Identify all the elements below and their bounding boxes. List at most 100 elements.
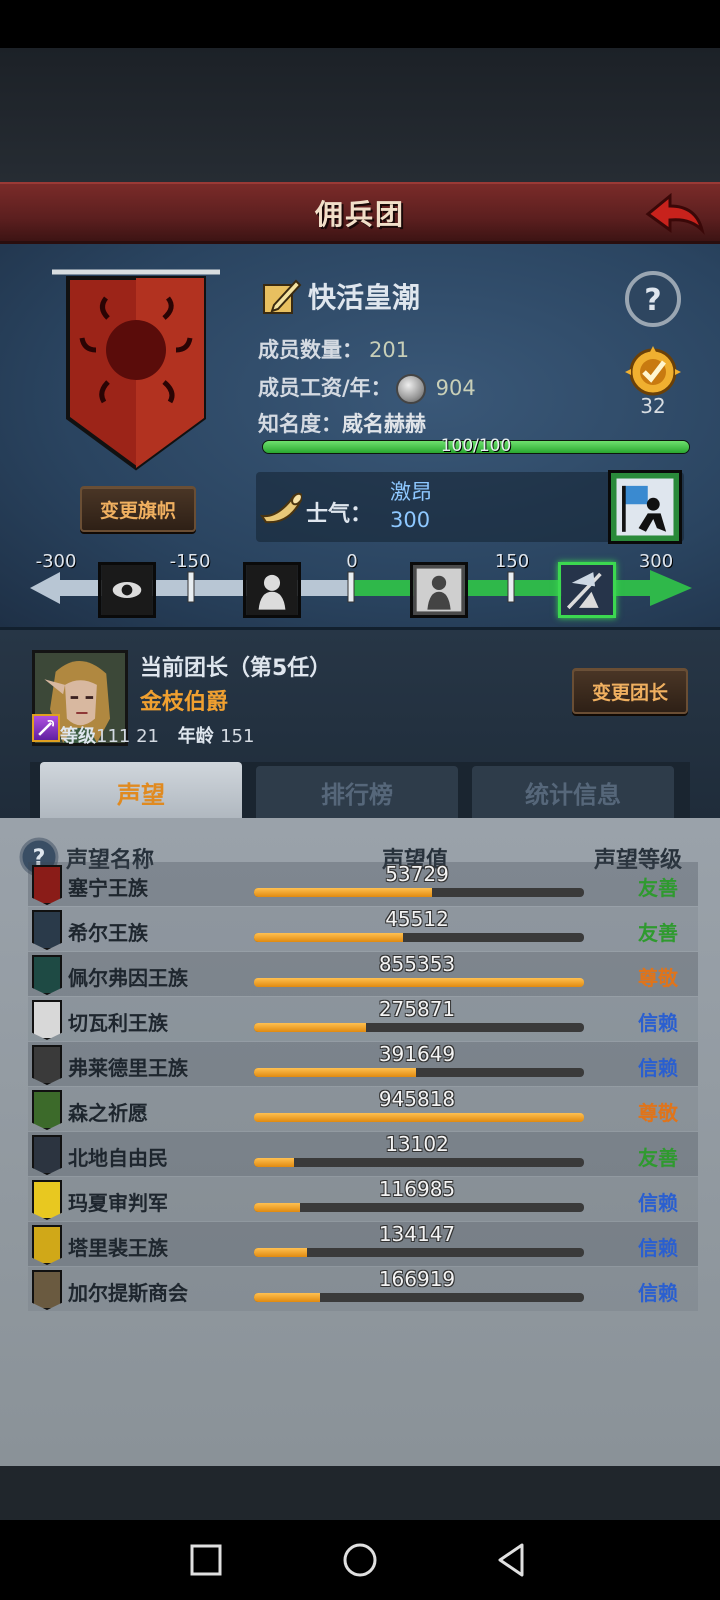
- guild-banner: [52, 269, 220, 471]
- reputation-bar: [254, 1248, 584, 1257]
- faction-crest-icon: [32, 1045, 62, 1085]
- faction-crest-icon: [32, 1225, 62, 1265]
- reputation-value: 391649: [378, 1042, 456, 1066]
- faction-crest-icon: [32, 1180, 62, 1220]
- faction-crest-icon: [32, 1000, 62, 1040]
- reputation-value: 134147: [378, 1222, 456, 1246]
- age-label: 年龄: [177, 726, 214, 747]
- reputation-value: 275871: [378, 997, 456, 1021]
- home-icon[interactable]: [340, 1540, 380, 1580]
- coin-icon: [395, 374, 426, 404]
- leader-stats: 等级111 21 年龄 151: [60, 722, 254, 748]
- level-label: 等级: [60, 726, 96, 747]
- leader-name: 金枝伯爵: [140, 690, 229, 715]
- morale-stage-despair-icon: [98, 562, 156, 618]
- faction-name: 切瓦利王族: [68, 1011, 168, 1035]
- members-value: 201: [369, 338, 410, 362]
- salary-line: 成员工资/年： 904: [258, 372, 476, 404]
- fame-line: 知名度：威名赫赫: [258, 408, 426, 438]
- level-icon: [32, 714, 60, 742]
- list-item[interactable]: 塔里裴王族 134147 信赖: [28, 1222, 698, 1266]
- edit-icon[interactable]: [262, 277, 302, 315]
- reputation-bar-fill: [254, 1068, 416, 1077]
- reputation-bar-fill: [254, 1293, 320, 1302]
- tab-reputation[interactable]: 声望: [40, 762, 242, 822]
- reputation-level: 尊敬: [638, 1101, 678, 1125]
- list-item[interactable]: 佩尔弗因王族 855353 尊敬: [28, 952, 698, 996]
- reputation-bar-fill: [254, 1203, 301, 1212]
- reputation-level: 尊敬: [638, 966, 678, 990]
- svg-text:?: ?: [644, 283, 661, 318]
- reputation-value: 945818: [378, 1087, 456, 1111]
- reputation-bar: [254, 978, 584, 987]
- list-item[interactable]: 弗莱德里王族 391649 信赖: [28, 1042, 698, 1086]
- reputation-level: 友善: [638, 876, 678, 900]
- reputation-bar-fill: [254, 1158, 294, 1167]
- reputation-bar-fill: [254, 978, 584, 987]
- morale-stage-calm-icon: [410, 562, 468, 618]
- help-icon[interactable]: ?: [624, 270, 682, 328]
- reputation-bar: [254, 933, 584, 942]
- list-item[interactable]: 切瓦利王族 275871 信赖: [28, 997, 698, 1041]
- reputation-value: 166919: [378, 1267, 456, 1291]
- list-item[interactable]: 塞宁王族 53729 友善: [28, 862, 698, 906]
- change-flag-button[interactable]: 变更旗帜: [80, 486, 196, 532]
- list-item[interactable]: 加尔提斯商会 166919 信赖: [28, 1267, 698, 1311]
- reputation-bar: [254, 1023, 584, 1032]
- morale-label: 士气：: [306, 502, 373, 527]
- recent-apps-icon[interactable]: [186, 1540, 226, 1580]
- reputation-level: 友善: [638, 921, 678, 945]
- back-icon[interactable]: [492, 1540, 532, 1580]
- reputation-value: 855353: [378, 952, 456, 976]
- reputation-value: 116985: [378, 1177, 456, 1201]
- faction-crest-icon: [32, 1270, 62, 1310]
- reputation-bar: [254, 1068, 584, 1077]
- title-bar: 佣兵团: [0, 182, 720, 244]
- faction-name: 塔里裴王族: [68, 1236, 168, 1260]
- back-arrow-icon[interactable]: [644, 190, 706, 238]
- faction-crest-icon: [32, 955, 62, 995]
- faction-crest-icon: [32, 1090, 62, 1130]
- list-item[interactable]: 森之祈愿 945818 尊敬: [28, 1087, 698, 1131]
- reputation-bar: [254, 1158, 584, 1167]
- faction-crest-icon: [32, 910, 62, 950]
- reputation-level: 信赖: [638, 1011, 678, 1035]
- reputation-level: 友善: [638, 1146, 678, 1170]
- faction-name: 弗莱德里王族: [68, 1056, 188, 1080]
- list-item[interactable]: 北地自由民 13102 友善: [28, 1132, 698, 1176]
- list-item[interactable]: 希尔王族 45512 友善: [28, 907, 698, 951]
- reputation-level: 信赖: [638, 1191, 678, 1215]
- guild-name: 快活皇潮: [308, 281, 421, 314]
- morale-state: 激昂: [390, 480, 432, 504]
- medal-count: 32: [640, 394, 666, 418]
- fame-level: 威名赫赫: [342, 412, 426, 436]
- guild-name-row: 快活皇潮: [262, 276, 420, 316]
- change-leader-button[interactable]: 变更团长: [572, 668, 688, 714]
- reputation-value: 45512: [385, 907, 449, 931]
- faction-name: 加尔提斯商会: [68, 1281, 188, 1305]
- status-bar: [0, 0, 720, 48]
- tab-statistics[interactable]: 统计信息: [472, 766, 674, 818]
- morale-value: 300: [390, 508, 431, 532]
- salary-label: 成员工资/年：: [258, 376, 392, 400]
- faction-crest-icon: [32, 865, 62, 905]
- fame-label: 知名度：: [258, 412, 342, 436]
- reputation-bar: [254, 1203, 584, 1212]
- medal-icon[interactable]: [620, 344, 686, 398]
- age-value: 151: [220, 726, 255, 747]
- leader-title: 当前团长（第5任）: [140, 656, 332, 681]
- salary-value: 904: [435, 376, 476, 400]
- faction-name: 北地自由民: [68, 1146, 168, 1170]
- list-item[interactable]: 玛夏审判军 116985 信赖: [28, 1177, 698, 1221]
- fame-progress-text: 100/100: [440, 436, 512, 456]
- horn-icon: [259, 492, 302, 524]
- tab-ranking[interactable]: 排行榜: [256, 766, 458, 818]
- page-title: 佣兵团: [314, 197, 405, 231]
- faction-name: 塞宁王族: [68, 876, 148, 900]
- bottom-frame: [0, 1466, 720, 1520]
- reputation-bar-fill: [254, 1113, 584, 1122]
- morale-status-icon[interactable]: [608, 470, 682, 544]
- level-value: 111 21: [96, 726, 159, 747]
- reputation-bar-fill: [254, 888, 433, 897]
- reputation-bar: [254, 1113, 584, 1122]
